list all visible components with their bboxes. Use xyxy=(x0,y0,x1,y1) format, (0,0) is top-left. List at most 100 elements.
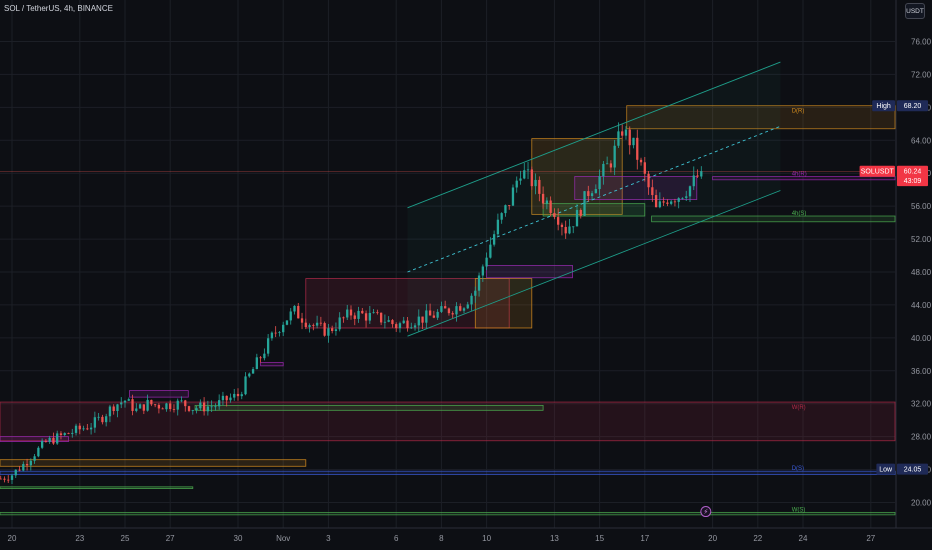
candle-body-up xyxy=(33,456,36,461)
candle-body-down xyxy=(331,328,334,331)
candle-body-down xyxy=(225,395,228,401)
candle-body-up xyxy=(263,353,266,359)
candle-body-down xyxy=(0,478,2,480)
candle-body-down xyxy=(587,191,590,196)
candle-body-up xyxy=(523,170,526,179)
candle-body-up xyxy=(251,369,255,374)
candle-body-up xyxy=(180,400,183,402)
candle-body-down xyxy=(184,400,187,407)
candle-body-up xyxy=(477,275,481,291)
candle-body-down xyxy=(153,404,157,406)
price-tick-label: 28.00 xyxy=(911,433,932,442)
zone-label: D(R) xyxy=(792,109,805,115)
candle-body-up xyxy=(233,393,236,398)
candle-body-down xyxy=(428,310,432,316)
candle-body-up xyxy=(206,406,210,412)
candle-body-up xyxy=(135,408,138,411)
candle-body-up xyxy=(244,376,247,395)
candle-body-up xyxy=(613,145,616,168)
time-tick-label: 20 xyxy=(708,534,717,543)
price-tag-value: 43:09 xyxy=(904,178,922,185)
candle-body-up xyxy=(545,200,549,204)
candle-body-down xyxy=(161,408,164,410)
candle-body-up xyxy=(387,320,390,322)
candle-body-down xyxy=(444,306,447,309)
candle-body-up xyxy=(334,329,338,331)
price-tick-label: 44.00 xyxy=(911,301,932,310)
order-block-box xyxy=(194,404,544,411)
candle-body-up xyxy=(417,316,420,326)
candle-body-up xyxy=(624,129,628,136)
candle-body-up xyxy=(462,308,466,311)
candle-body-up xyxy=(266,338,270,354)
candle-body-up xyxy=(504,205,507,214)
price-tag-label: High xyxy=(876,103,891,110)
time-axis[interactable]: 20 23 25 27 30 Nov 3 6 8 10 13 15 17 20 22 24 27 xyxy=(0,527,932,543)
candle-body-up xyxy=(383,321,387,323)
candle-body-down xyxy=(44,440,48,442)
price-tick-label: 32.00 xyxy=(911,400,932,409)
candle-body-down xyxy=(101,416,104,423)
candle-body-up xyxy=(368,312,371,321)
candle-body-down xyxy=(609,163,613,168)
time-tick-label: 22 xyxy=(753,534,762,543)
candle-body-down xyxy=(131,399,134,411)
candle-body-up xyxy=(282,324,285,333)
candle-body-down xyxy=(643,162,646,174)
candle-body-down xyxy=(150,399,153,405)
candle-body-up xyxy=(248,373,251,377)
candle-body-up xyxy=(688,186,692,197)
candle-body-up xyxy=(165,403,168,410)
currency-button[interactable]: USDT xyxy=(905,3,925,19)
candle-body-up xyxy=(123,400,127,403)
candle-body-up xyxy=(29,460,32,466)
price-tick-label: 36.00 xyxy=(911,367,932,376)
candle-body-down xyxy=(312,325,315,326)
candle-body-down xyxy=(18,469,21,471)
lightning-icon-glyph: ⚡ xyxy=(703,508,708,516)
candle-body-down xyxy=(300,318,304,323)
candle-body-up xyxy=(218,400,221,407)
candle-body-up xyxy=(97,416,100,418)
candle-body-up xyxy=(583,191,586,216)
candle-body-down xyxy=(7,479,10,481)
candle-body-up xyxy=(346,309,349,318)
candle-body-down xyxy=(666,202,669,204)
order-block-box xyxy=(0,459,307,467)
candle-body-down xyxy=(3,478,6,480)
time-tick-label: 20 xyxy=(8,534,17,543)
time-tick-label: 17 xyxy=(640,534,649,543)
candle-body-down xyxy=(639,159,643,163)
candle-body-down xyxy=(364,313,368,321)
candle-body-down xyxy=(59,433,63,435)
zone-label: 4h(S) xyxy=(792,211,807,217)
candle-body-down xyxy=(379,312,383,323)
candle-body-up xyxy=(56,433,59,444)
candle-body-down xyxy=(25,464,29,466)
order-block-box xyxy=(129,390,189,398)
candle-body-down xyxy=(323,323,326,336)
candle-body-down xyxy=(202,402,206,412)
price-chart[interactable]: D(R)4h(R)4h(S)W(R)D(S)W(S) 20.0024.0028.… xyxy=(0,0,932,550)
candle-body-up xyxy=(602,163,605,177)
candle-body-down xyxy=(391,320,394,325)
candle-body-down xyxy=(361,310,364,314)
candle-body-up xyxy=(105,416,108,423)
price-tick-label: 40.00 xyxy=(911,334,932,343)
candle-body-down xyxy=(342,317,345,319)
candle-body-up xyxy=(74,425,78,433)
event-marker[interactable]: ⚡ xyxy=(700,506,712,518)
symbol-info[interactable]: SOL / TetherUS, 4h, BINANCE xyxy=(4,4,113,13)
time-tick-label: 23 xyxy=(75,534,84,543)
candle-body-up xyxy=(176,400,179,410)
candle-body-up xyxy=(270,332,274,339)
candle-body-down xyxy=(508,205,511,206)
order-block-box xyxy=(0,486,194,489)
candle-body-up xyxy=(692,175,695,187)
candle-body-down xyxy=(406,320,409,329)
candle-body-down xyxy=(395,324,398,329)
candle-body-up xyxy=(511,187,515,206)
time-tick-label: Nov xyxy=(276,534,290,543)
candle-body-up xyxy=(605,163,609,165)
candle-body-up xyxy=(398,323,402,329)
